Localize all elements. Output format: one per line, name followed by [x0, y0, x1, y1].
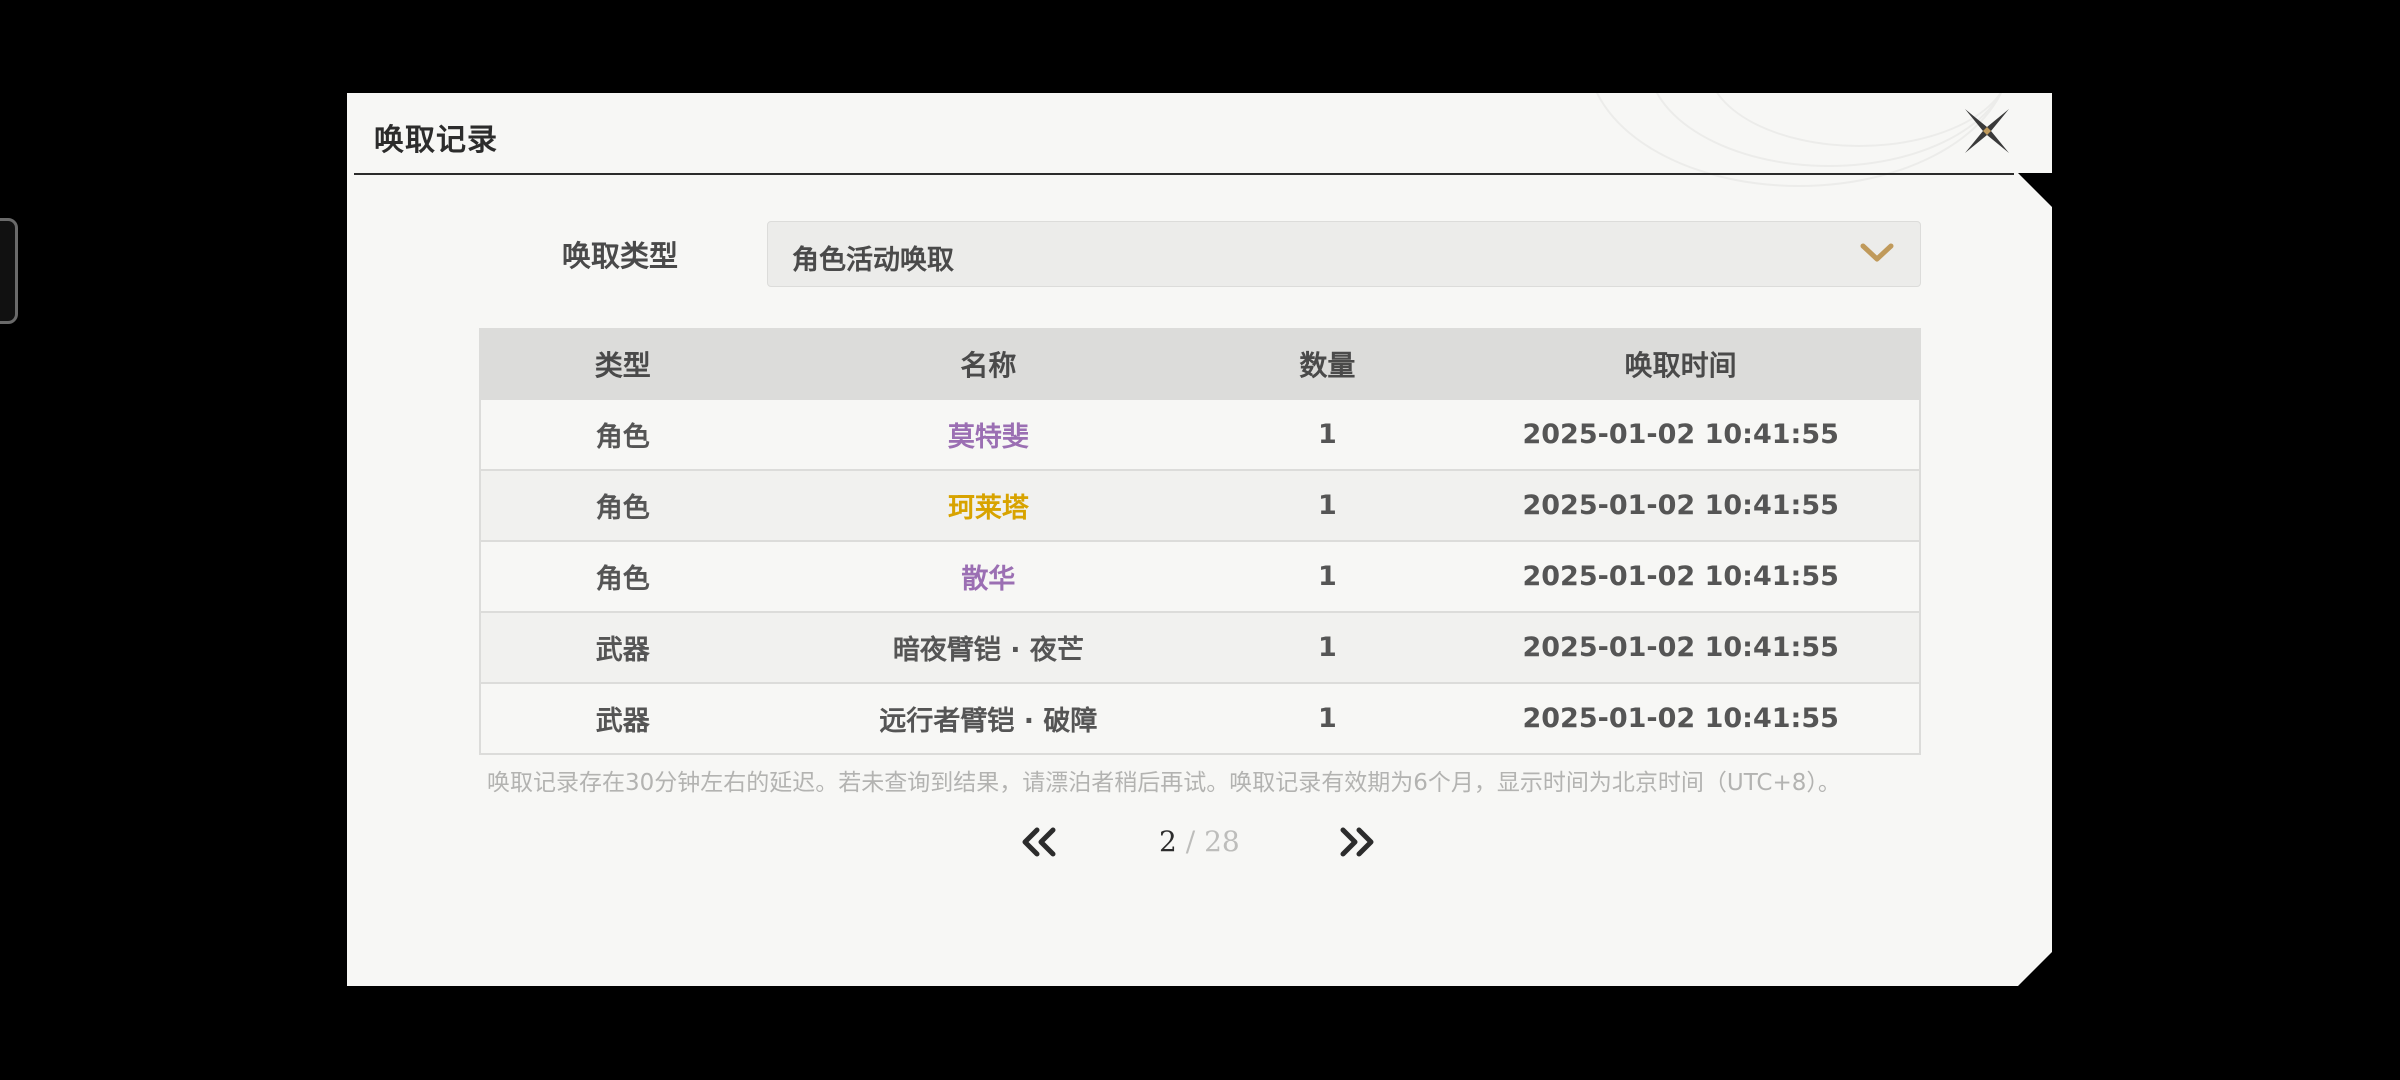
- total-pages: 28: [1204, 825, 1240, 858]
- cell-type: 角色: [480, 469, 765, 541]
- header-count: 数量: [1212, 329, 1443, 399]
- cell-time: 2025-01-02 10:41:55: [1442, 682, 1920, 754]
- header-name: 名称: [764, 329, 1213, 399]
- dialog-title: 唤取记录: [374, 123, 498, 158]
- corner-notch: [2018, 952, 2052, 986]
- current-page: 2: [1159, 825, 1177, 858]
- cell-count: 1: [1212, 611, 1443, 683]
- cell-type: 武器: [480, 611, 765, 683]
- header-type: 类型: [480, 329, 765, 399]
- cell-time: 2025-01-02 10:41:55: [1442, 398, 1920, 470]
- cell-count: 1: [1212, 469, 1443, 541]
- pull-type-selected-value: 角色活动唤取: [792, 245, 954, 276]
- double-chevron-left-icon: [1022, 827, 1056, 857]
- cell-count: 1: [1212, 682, 1443, 754]
- cell-type: 武器: [480, 682, 765, 754]
- table-row: 角色 莫特斐 1 2025-01-02 10:41:55: [480, 398, 1920, 470]
- corner-notch: [2018, 173, 2052, 207]
- cell-time: 2025-01-02 10:41:55: [1442, 469, 1920, 541]
- cell-name: 远行者臂铠 · 破障: [764, 682, 1213, 754]
- cell-type: 角色: [480, 540, 765, 612]
- cell-count: 1: [1212, 398, 1443, 470]
- table-row: 武器 远行者臂铠 · 破障 1 2025-01-02 10:41:55: [480, 682, 1920, 754]
- chevron-down-icon: [1860, 243, 1894, 262]
- double-chevron-right-icon: [1340, 827, 1374, 857]
- table-row: 武器 暗夜臂铠 · 夜芒 1 2025-01-02 10:41:55: [480, 611, 1920, 683]
- pull-history-dialog: 唤取记录 唤取类型 角色活动唤取 类型 名称 数量 唤取时间 角色 莫特斐 1 …: [347, 93, 2052, 986]
- cell-name: 莫特斐: [764, 398, 1213, 470]
- cell-time: 2025-01-02 10:41:55: [1442, 611, 1920, 683]
- header-time: 唤取时间: [1442, 329, 1920, 399]
- next-page-button[interactable]: [1337, 825, 1377, 859]
- side-tab-edge: [0, 218, 18, 324]
- table-header-row: 类型 名称 数量 唤取时间: [480, 329, 1920, 399]
- cell-type: 角色: [480, 398, 765, 470]
- cell-count: 1: [1212, 540, 1443, 612]
- prev-page-button[interactable]: [1019, 825, 1059, 859]
- delay-notice: 唤取记录存在30分钟左右的延迟。若未查询到结果，请漂泊者稍后再试。唤取记录有效期…: [487, 770, 1841, 796]
- pull-type-label: 唤取类型: [562, 239, 679, 273]
- title-bar: 唤取记录: [347, 93, 2052, 173]
- cell-name: 暗夜臂铠 · 夜芒: [764, 611, 1213, 683]
- cell-time: 2025-01-02 10:41:55: [1442, 540, 1920, 612]
- close-button[interactable]: [1961, 105, 2013, 157]
- pull-type-dropdown[interactable]: 角色活动唤取: [767, 221, 1921, 287]
- cell-name: 珂莱塔: [764, 469, 1213, 541]
- table-row: 角色 珂莱塔 1 2025-01-02 10:41:55: [480, 469, 1920, 541]
- title-divider: [354, 173, 2014, 175]
- page-separator: /: [1185, 825, 1196, 858]
- table-row: 角色 散华 1 2025-01-02 10:41:55: [480, 540, 1920, 612]
- pull-records-table: 类型 名称 数量 唤取时间 角色 莫特斐 1 2025-01-02 10:41:…: [479, 328, 1921, 755]
- cell-name: 散华: [764, 540, 1213, 612]
- close-x-icon: [1965, 109, 2009, 153]
- page-indicator: 2 / 28: [1159, 825, 1240, 858]
